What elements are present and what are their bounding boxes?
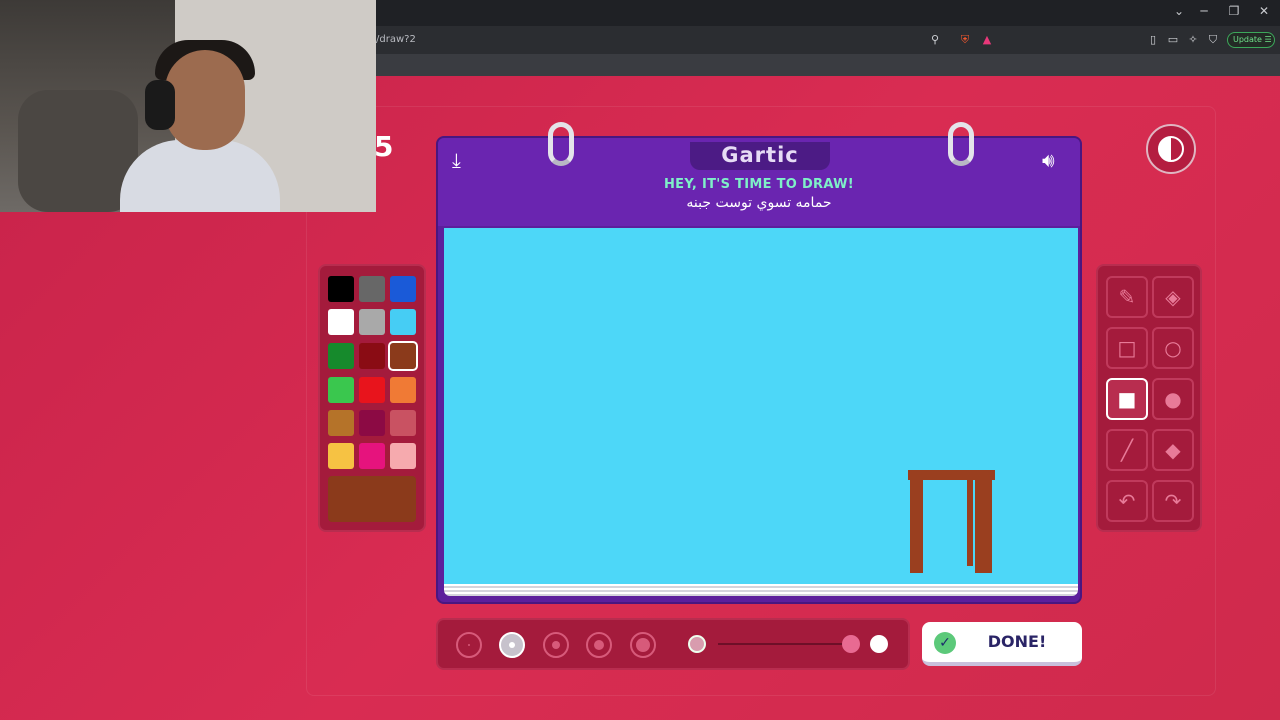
webcam-overlay: [0, 0, 376, 212]
zoom-icon[interactable]: ⚲: [928, 33, 942, 47]
color-swatch[interactable]: [390, 276, 416, 302]
sound-icon[interactable]: 🔊︎: [1042, 148, 1055, 172]
prompt-heading: HEY, IT'S TIME TO DRAW!: [664, 177, 854, 192]
prompt-word: حمامه تسوي توست جبنه: [686, 195, 832, 211]
filled-rectangle-tool[interactable]: ■: [1106, 378, 1148, 420]
fill-bucket-tool[interactable]: ◆: [1152, 429, 1194, 471]
done-label: DONE!: [987, 632, 1047, 651]
tool-panel: ✎ ◈ □ ○ ■ ● ╱ ◆ ↶ ↷: [1096, 264, 1202, 532]
brush-size-5[interactable]: [630, 632, 656, 658]
pencil-tool[interactable]: ✎: [1106, 276, 1148, 318]
color-swatch[interactable]: [328, 410, 354, 436]
color-swatch[interactable]: [359, 343, 385, 369]
update-label: Update: [1233, 35, 1262, 44]
url-field[interactable]: /draw?2: [376, 34, 416, 45]
download-icon[interactable]: ⤓: [452, 148, 461, 172]
rewards-icon[interactable]: ▲: [980, 33, 994, 47]
update-button[interactable]: Update ☰: [1227, 32, 1275, 48]
opacity-slider-handle[interactable]: [842, 635, 860, 653]
sketchbook-header: ⤓ 🔊︎ Gartic HEY, IT'S TIME TO DRAW! حمام…: [438, 138, 1080, 226]
opacity-slider[interactable]: [718, 643, 846, 645]
check-icon: ✓: [934, 632, 956, 654]
ellipse-tool[interactable]: ○: [1152, 327, 1194, 369]
timer-partial: 5: [374, 130, 394, 163]
brush-size-1[interactable]: [456, 632, 482, 658]
eraser-tool[interactable]: ◈: [1152, 276, 1194, 318]
minimize-icon[interactable]: ─: [1190, 4, 1218, 18]
color-swatch[interactable]: [328, 377, 354, 403]
brush-dot: [594, 640, 604, 650]
color-swatch[interactable]: [390, 377, 416, 403]
contrast-icon: [1158, 136, 1184, 162]
drawn-table-leg-left: [910, 478, 923, 573]
contrast-toggle-button[interactable]: [1146, 124, 1196, 174]
gartic-logo: Gartic: [721, 143, 799, 167]
color-swatch[interactable]: [390, 443, 416, 469]
logo-tab: Gartic: [690, 142, 830, 170]
sidebar-icon[interactable]: ▯: [1146, 33, 1160, 47]
color-swatch[interactable]: [390, 410, 416, 436]
leo-icon[interactable]: ✧: [1186, 33, 1200, 47]
color-swatch[interactable]: [359, 443, 385, 469]
drawn-table-leg-inner: [967, 478, 973, 566]
restore-icon[interactable]: ❐: [1220, 4, 1248, 18]
color-swatch-selected[interactable]: [388, 341, 418, 371]
brush-dot: [509, 642, 515, 648]
paper-edge: [444, 584, 1078, 596]
brush-size-3[interactable]: [543, 632, 569, 658]
color-swatch[interactable]: [328, 343, 354, 369]
color-palette: [318, 264, 426, 532]
opacity-max-icon: [870, 635, 888, 653]
color-swatch[interactable]: [328, 309, 354, 335]
brush-dot: [636, 638, 650, 652]
binder-ring-right: [948, 122, 974, 166]
brush-size-4[interactable]: [586, 632, 612, 658]
color-swatch[interactable]: [359, 309, 385, 335]
brush-size-2[interactable]: [499, 632, 525, 658]
tab-list-icon[interactable]: ⌄: [1165, 4, 1193, 18]
brave-shield-icon[interactable]: ⛨: [958, 33, 972, 47]
color-swatch[interactable]: [359, 276, 385, 302]
color-swatch[interactable]: [328, 276, 354, 302]
opacity-min-icon: [688, 635, 706, 653]
brush-dot: [468, 644, 470, 646]
webcam-person-head: [165, 50, 245, 150]
color-swatch[interactable]: [390, 309, 416, 335]
line-tool[interactable]: ╱: [1106, 429, 1148, 471]
undo-tool[interactable]: ↶: [1106, 480, 1148, 522]
vpn-icon[interactable]: ⛉: [1206, 33, 1220, 47]
color-swatch[interactable]: [359, 410, 385, 436]
drawn-table-leg-right: [975, 478, 992, 573]
color-swatch[interactable]: [359, 377, 385, 403]
color-swatch[interactable]: [328, 443, 354, 469]
rectangle-tool[interactable]: □: [1106, 327, 1148, 369]
close-window-icon[interactable]: ✕: [1250, 4, 1278, 18]
binder-ring-left: [548, 122, 574, 166]
redo-tool[interactable]: ↷: [1152, 480, 1194, 522]
filled-ellipse-tool[interactable]: ●: [1152, 378, 1194, 420]
current-color-preview: [328, 476, 416, 522]
webcam-headset: [145, 80, 175, 130]
done-button[interactable]: ✓ DONE!: [922, 622, 1082, 666]
brush-dot: [552, 641, 560, 649]
wallet-icon[interactable]: ▭: [1166, 33, 1180, 47]
